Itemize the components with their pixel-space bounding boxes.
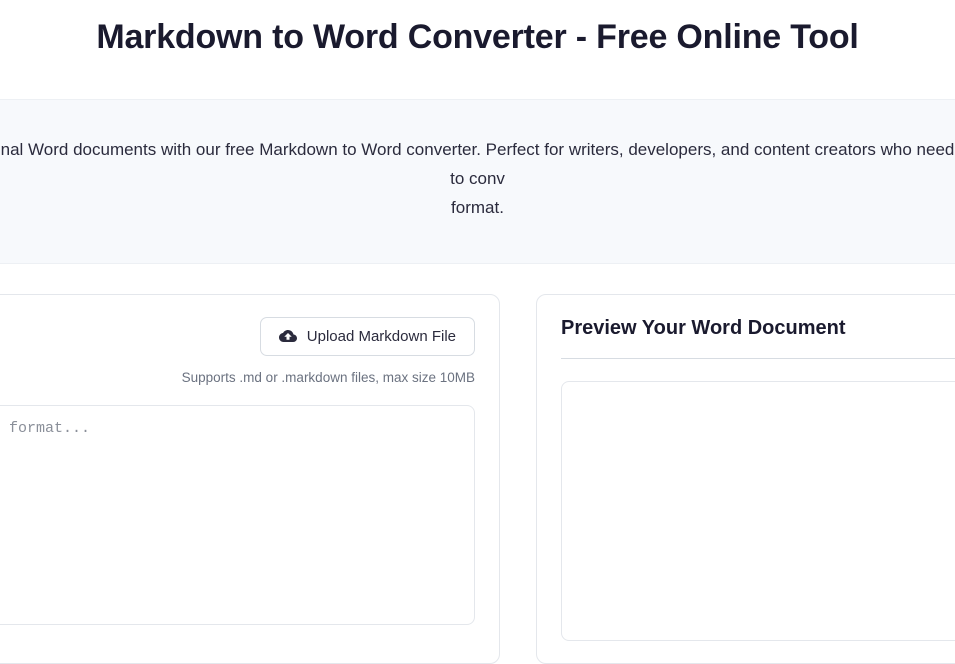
description-text-line2: format. <box>0 194 955 223</box>
page-title: Markdown to Word Converter - Free Online… <box>0 18 955 57</box>
header-section: Markdown to Word Converter - Free Online… <box>0 0 955 99</box>
main-area: Upload Markdown File Supports .md or .ma… <box>0 264 955 664</box>
upload-row: Upload Markdown File <box>0 317 475 356</box>
preview-card: Preview Your Word Document <box>536 294 955 664</box>
upload-button-label: Upload Markdown File <box>307 328 456 345</box>
upload-hint: Supports .md or .markdown files, max siz… <box>0 370 475 385</box>
description-band: nal Word documents with our free Markdow… <box>0 99 955 264</box>
input-card: Upload Markdown File Supports .md or .ma… <box>0 294 500 664</box>
preview-divider <box>561 358 955 359</box>
upload-markdown-button[interactable]: Upload Markdown File <box>260 317 475 356</box>
cloud-upload-icon <box>279 329 297 343</box>
description-text-line1: nal Word documents with our free Markdow… <box>0 136 955 194</box>
preview-pane <box>561 381 955 641</box>
preview-title: Preview Your Word Document <box>561 317 955 340</box>
markdown-input[interactable] <box>0 405 475 625</box>
textarea-wrap <box>0 405 475 630</box>
